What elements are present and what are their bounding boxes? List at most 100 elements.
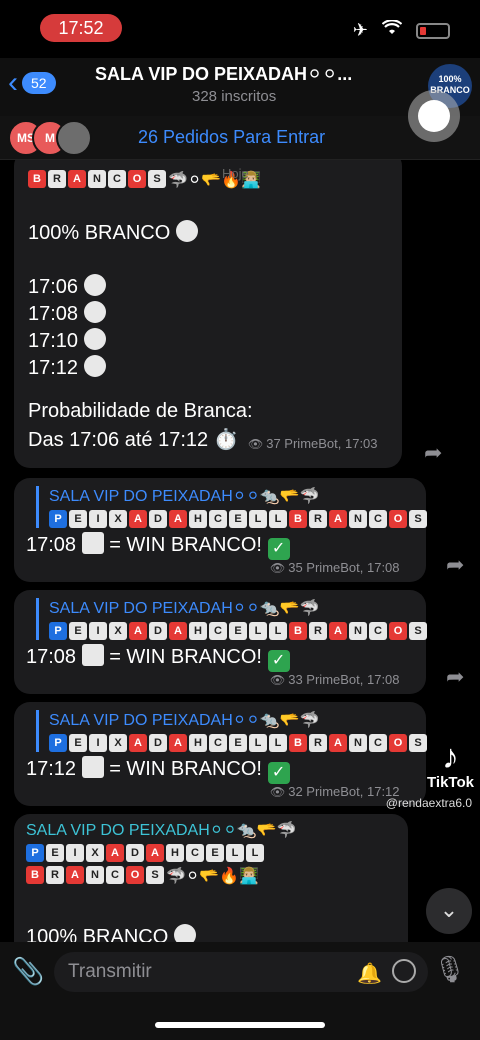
join-requests-label: 26 Pedidos Para Entrar xyxy=(138,127,326,147)
composer-bar: 📎 Transmitir 🔔 🎙 xyxy=(0,942,480,1040)
schedule-icon[interactable] xyxy=(392,959,416,983)
message-text: 100% BRANCO xyxy=(28,222,171,244)
message-meta: 👁 33 PrimeBot, 17:08 xyxy=(270,672,400,687)
letter-tile: N xyxy=(349,510,367,528)
letter-tile: C xyxy=(209,622,227,640)
letter-tile: A xyxy=(329,510,347,528)
white-circle-icon xyxy=(175,220,198,242)
reply-quote[interactable]: SALA VIP DO PEIXADAH⚪⚪🐀🫳🦈 P E I X A D A … xyxy=(36,710,427,752)
eye-icon: 👁 xyxy=(270,673,286,687)
record-button[interactable] xyxy=(408,90,460,142)
chevron-down-icon: ⌄ xyxy=(439,897,459,922)
letter-tile: H xyxy=(189,734,207,752)
share-icon[interactable]: ➦ xyxy=(446,552,464,578)
battery-icon xyxy=(416,22,450,39)
scroll-down-button[interactable]: ⌄ xyxy=(426,888,472,934)
letter-tile: N xyxy=(86,866,104,884)
attach-icon[interactable]: 📎 xyxy=(12,956,44,987)
white-circle-icon xyxy=(83,355,106,377)
message-line: 100% BRANCO xyxy=(26,924,196,942)
message-bubble: SALA VIP DO PEIXADAH⚪⚪🐀🫳🦈 P E I X A D A … xyxy=(14,590,427,694)
letter-tile: L xyxy=(226,844,244,862)
letter-tile: X xyxy=(109,510,127,528)
letter-tile: H xyxy=(166,844,184,862)
white-circle-icon xyxy=(173,924,196,942)
letter-tile: R xyxy=(48,170,66,188)
chat-header: ‹ 52 SALA VIP DO PEIXADAH⚪⚪... 328 inscr… xyxy=(0,58,480,116)
letter-tile: I xyxy=(89,622,107,640)
letter-tile: C xyxy=(369,510,387,528)
reply-quote[interactable]: SALA VIP DO PEIXADAH⚪⚪🐀🫳🦈 P E I X A D A … xyxy=(36,598,427,640)
eye-icon: 👁 xyxy=(270,561,286,575)
letter-tile: P xyxy=(49,622,67,640)
result-text: = WIN BRANCO! xyxy=(109,646,262,668)
reply-sender: SALA VIP DO PEIXADAH⚪⚪🐀🫳🦈 xyxy=(49,712,320,729)
check-icon: ✓ xyxy=(267,762,290,784)
letter-tile: O xyxy=(389,734,407,752)
letter-tile: B xyxy=(26,866,44,884)
status-bar: 17:52 ✈ xyxy=(0,0,480,58)
letter-tile: O xyxy=(126,866,144,884)
microphone-icon[interactable]: 🎙 xyxy=(433,954,466,985)
time-text: 17:10 xyxy=(28,330,79,352)
chevron-left-icon: ‹ xyxy=(8,66,18,99)
letter-tile: A xyxy=(129,622,147,640)
message-line: 100% BRANCO xyxy=(28,220,198,245)
letter-tiles: P E I X A D A H C E L L B R A N C O S xyxy=(49,622,427,640)
letter-tile: R xyxy=(46,866,64,884)
letter-tile: A xyxy=(329,734,347,752)
reply-quote[interactable]: SALA VIP DO PEIXADAH⚪⚪🐀🫳🦈 P E I X A D A … xyxy=(36,486,427,528)
win-line: 17:08 = WIN BRANCO! ✓ xyxy=(26,532,290,560)
airplane-icon: ✈ xyxy=(352,20,368,40)
letter-tile: N xyxy=(349,734,367,752)
share-icon[interactable]: ➦ xyxy=(446,664,464,690)
letter-tile: X xyxy=(109,622,127,640)
bell-icon[interactable]: 🔔 xyxy=(357,961,382,986)
letter-tile: A xyxy=(329,622,347,640)
white-square-icon xyxy=(81,532,104,554)
letter-tile: D xyxy=(149,510,167,528)
channel-title[interactable]: SALA VIP DO PEIXADAH⚪⚪... xyxy=(95,64,415,85)
letter-tile: A xyxy=(169,510,187,528)
letter-tile: R xyxy=(309,734,327,752)
letter-tile: N xyxy=(88,170,106,188)
request-avatars: MS M xyxy=(8,120,92,156)
letter-tile: S xyxy=(148,170,166,188)
letter-tile: A xyxy=(169,622,187,640)
status-time: 17:52 xyxy=(40,14,122,42)
time-text: 17:08 xyxy=(26,534,77,556)
letter-tile: R xyxy=(309,510,327,528)
letter-tile: S xyxy=(409,510,427,528)
broadcast-input[interactable]: Transmitir 🔔 xyxy=(54,952,428,992)
avatar xyxy=(56,120,92,156)
letter-tile: I xyxy=(89,510,107,528)
back-button[interactable]: ‹ 52 xyxy=(8,68,56,98)
letter-tile: E xyxy=(229,510,247,528)
letter-tile: A xyxy=(146,844,164,862)
eye-icon: 👁 xyxy=(270,785,286,799)
letter-tiles: P E I X A D A H C E L L B R A N C O S xyxy=(49,510,427,528)
win-line: 17:12 = WIN BRANCO! ✓ xyxy=(26,756,290,784)
message-list[interactable]: B R A N C O S 🦈⚪🫳🔥👨🏼‍💻 Hoje 100% BRANCO … xyxy=(0,160,480,942)
letter-tile: P xyxy=(26,844,44,862)
letter-tile: L xyxy=(249,734,267,752)
message-bubble: SALA VIP DO PEIXADAH⚪⚪🐀🫳🦈 P E I X A D A … xyxy=(14,702,427,806)
white-square-icon xyxy=(81,756,104,778)
tiktok-icon: ♪ xyxy=(442,738,460,776)
letter-tile: P xyxy=(49,510,67,528)
letter-tile: O xyxy=(128,170,146,188)
result-text: = WIN BRANCO! xyxy=(109,534,262,556)
letter-tile: A xyxy=(169,734,187,752)
letter-tile: B xyxy=(289,734,307,752)
letter-tile: I xyxy=(66,844,84,862)
letter-tile: O xyxy=(389,622,407,640)
letter-tile: C xyxy=(186,844,204,862)
message-meta: 👁 35 PrimeBot, 17:08 xyxy=(270,560,400,575)
date-label: Hoje xyxy=(222,166,249,181)
letter-tile: C xyxy=(106,866,124,884)
share-icon[interactable]: ➦ xyxy=(424,440,442,466)
reply-sender: SALA VIP DO PEIXADAH⚪⚪🐀🫳🦈 xyxy=(49,600,320,617)
message-meta: 👁 32 PrimeBot, 17:12 xyxy=(270,784,400,799)
letter-tile: H xyxy=(189,510,207,528)
letter-tile: B xyxy=(28,170,46,188)
